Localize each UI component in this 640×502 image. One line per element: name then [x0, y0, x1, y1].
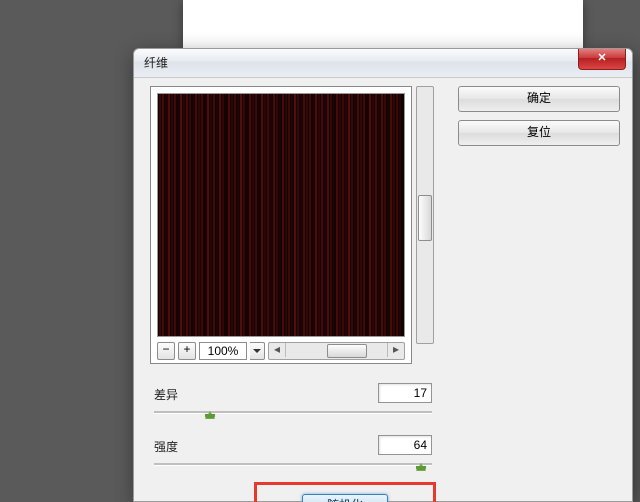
zoom-in-button[interactable]: +	[178, 342, 196, 360]
variance-param: 差异 17	[154, 386, 432, 403]
slider-track	[154, 463, 432, 466]
ok-button[interactable]: 确定	[458, 86, 620, 112]
strength-slider[interactable]	[154, 460, 432, 474]
ok-label: 确定	[527, 91, 551, 105]
scroll-left-icon[interactable]: ◂	[269, 343, 286, 357]
dialog-action-buttons: 确定 复位	[458, 86, 618, 154]
slider-track	[154, 411, 432, 414]
vscroll-thumb[interactable]	[418, 195, 432, 241]
strength-slider-handle[interactable]	[416, 458, 426, 472]
dialog-body: − + 100% ◂ ▸ 确定 复位 差异	[134, 78, 632, 501]
preview-panel: − + 100% ◂ ▸	[150, 86, 412, 364]
randomize-highlight: 随机化	[254, 482, 436, 502]
randomize-button[interactable]: 随机化	[302, 494, 388, 502]
dialog-titlebar[interactable]: 纤维 ✕	[134, 49, 632, 78]
reset-button[interactable]: 复位	[458, 120, 620, 146]
document-canvas	[183, 0, 583, 48]
app-background: 纤维 ✕	[0, 0, 640, 502]
randomize-label: 随机化	[327, 498, 363, 502]
strength-param: 强度 64	[154, 438, 432, 455]
zoom-dropdown[interactable]	[250, 342, 265, 360]
preview-image	[157, 93, 405, 337]
hscroll-thumb[interactable]	[327, 344, 367, 358]
plus-icon: +	[183, 342, 190, 356]
variance-input[interactable]: 17	[378, 383, 432, 403]
zoom-controls: − + 100% ◂ ▸	[157, 341, 405, 361]
reset-label: 复位	[527, 125, 551, 139]
scroll-right-icon[interactable]: ▸	[387, 343, 404, 357]
close-button[interactable]: ✕	[578, 49, 626, 70]
zoom-out-button[interactable]: −	[157, 342, 175, 360]
preview-hscrollbar[interactable]: ◂ ▸	[268, 342, 405, 360]
close-icon: ✕	[597, 52, 606, 64]
variance-slider-handle[interactable]	[205, 406, 215, 420]
strength-input[interactable]: 64	[378, 435, 432, 455]
strength-label: 强度	[154, 440, 178, 454]
variance-label: 差异	[154, 388, 178, 402]
minus-icon: −	[162, 342, 169, 356]
preview-vscrollbar[interactable]	[416, 86, 434, 344]
zoom-value[interactable]: 100%	[199, 342, 247, 360]
dialog-title: 纤维	[144, 56, 168, 70]
fibers-dialog: 纤维 ✕	[133, 48, 633, 502]
fibers-preview-icon	[158, 94, 404, 336]
variance-slider[interactable]	[154, 408, 432, 422]
